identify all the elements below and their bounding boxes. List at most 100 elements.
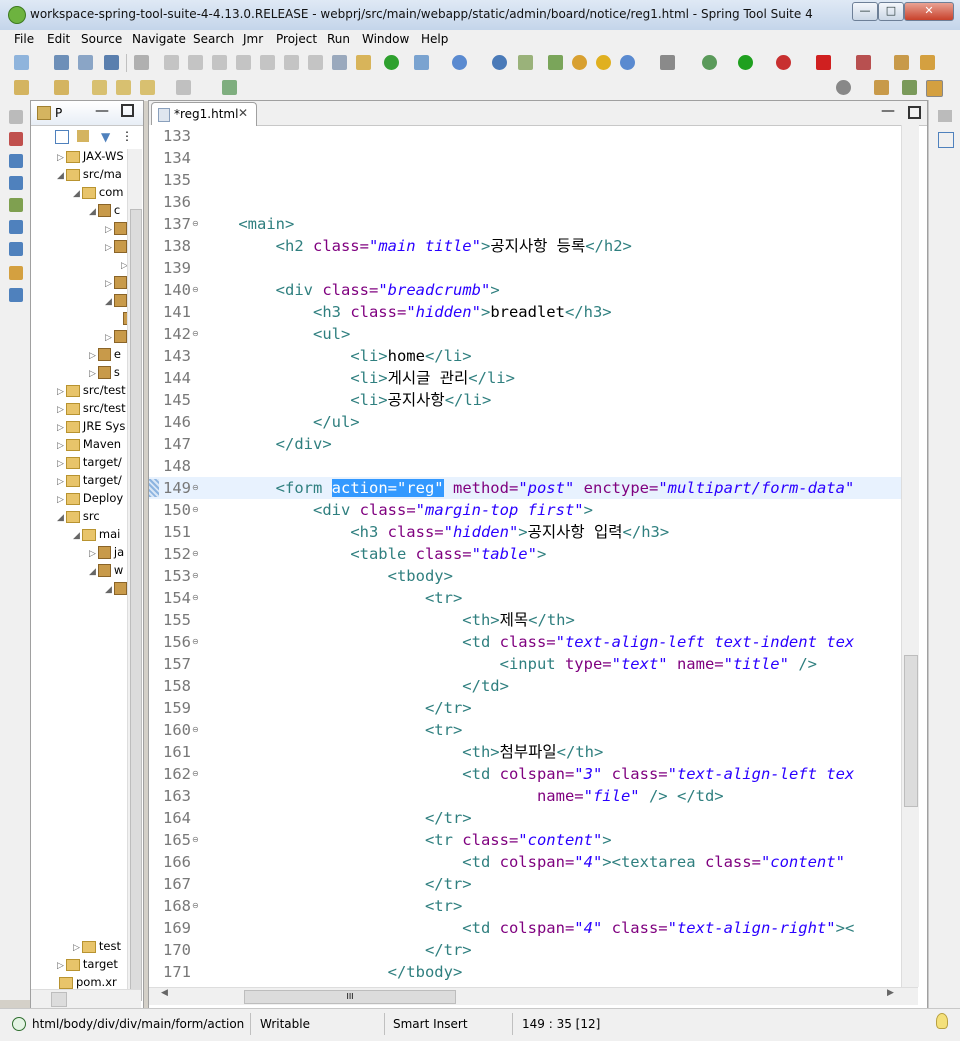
step-over-icon[interactable] bbox=[284, 55, 299, 70]
collapsed-arrow-icon[interactable]: ▷ bbox=[57, 405, 64, 415]
fold-toggle-icon[interactable]: ⊖ bbox=[192, 587, 199, 609]
outline-right-icon[interactable] bbox=[938, 132, 954, 148]
collapsed-arrow-icon[interactable]: ▷ bbox=[57, 423, 64, 433]
step-return-icon[interactable] bbox=[308, 55, 323, 70]
tree-item[interactable]: ◢ src bbox=[31, 509, 127, 527]
explorer-vscroll-thumb[interactable] bbox=[130, 209, 142, 1001]
minimize-editor-button[interactable]: — bbox=[881, 103, 895, 119]
collapsed-arrow-icon[interactable]: ▷ bbox=[105, 333, 112, 343]
fold-toggle-icon[interactable]: ⊖ bbox=[192, 279, 199, 301]
scroll-right-arrow[interactable]: ▶ bbox=[887, 988, 894, 998]
menu-help[interactable]: Help bbox=[421, 32, 448, 46]
console-icon[interactable] bbox=[104, 55, 119, 70]
help-icon[interactable] bbox=[596, 55, 611, 70]
step-into-icon[interactable] bbox=[260, 55, 275, 70]
collapsed-arrow-icon[interactable]: ▷ bbox=[73, 943, 80, 953]
terminate-icon[interactable] bbox=[212, 55, 227, 70]
stop-icon[interactable] bbox=[816, 55, 831, 70]
filter-icon[interactable]: ▼ bbox=[101, 130, 110, 144]
collapsed-arrow-icon[interactable]: ▷ bbox=[57, 961, 64, 971]
tree-item[interactable]: ▷ JRE Sys bbox=[31, 419, 127, 437]
fold-toggle-icon[interactable]: ⊖ bbox=[192, 213, 199, 235]
search-web-icon[interactable] bbox=[572, 55, 587, 70]
forward-icon[interactable] bbox=[140, 80, 155, 95]
collapsed-arrow-icon[interactable]: ▷ bbox=[105, 279, 112, 289]
tab-reg1-html[interactable]: *reg1.html ✕ bbox=[151, 102, 257, 126]
collapsed-arrow-icon[interactable]: ▷ bbox=[57, 477, 64, 487]
tree-item[interactable]: ◢ bbox=[31, 293, 127, 311]
minimize-view-button[interactable]: — bbox=[95, 103, 109, 119]
spring-menu-icon[interactable] bbox=[452, 55, 467, 70]
expanded-arrow-icon[interactable]: ◢ bbox=[105, 585, 112, 595]
collapse-all-icon[interactable] bbox=[55, 130, 69, 144]
collapsed-arrow-icon[interactable]: ▷ bbox=[57, 459, 64, 469]
tree-item[interactable]: ▷ e bbox=[31, 347, 127, 365]
tree-item[interactable]: ▷ bbox=[31, 257, 127, 275]
collapsed-arrow-icon[interactable]: ▷ bbox=[89, 351, 96, 361]
tasks-view-icon[interactable] bbox=[9, 266, 23, 280]
fold-toggle-icon[interactable]: ⊖ bbox=[192, 895, 199, 917]
suspend-icon[interactable] bbox=[188, 55, 203, 70]
code-text-area[interactable]: <main> <h2 class="main title">공지사항 등록</h… bbox=[201, 125, 905, 987]
run-last-icon[interactable] bbox=[776, 55, 791, 70]
pin-editor-icon[interactable] bbox=[222, 80, 237, 95]
explorer-tab-label[interactable]: P bbox=[55, 106, 62, 120]
collapsed-arrow-icon[interactable]: ▷ bbox=[57, 441, 64, 451]
new-spring-project-icon[interactable] bbox=[414, 55, 429, 70]
use-step-filters-icon[interactable] bbox=[356, 55, 371, 70]
tools-icon[interactable] bbox=[920, 55, 935, 70]
restore-icon[interactable] bbox=[9, 110, 23, 124]
boot-dashboard-icon[interactable] bbox=[9, 176, 23, 190]
type-hierarchy-icon[interactable] bbox=[9, 132, 23, 146]
editor-vscroll-thumb[interactable] bbox=[904, 655, 918, 807]
tree-item[interactable]: ◢ src/ma bbox=[31, 167, 127, 185]
perspective-icon[interactable] bbox=[874, 80, 889, 95]
tree-item[interactable]: ◢ com bbox=[31, 185, 127, 203]
menu-edit[interactable]: Edit bbox=[47, 32, 70, 46]
spring-boot-icon[interactable] bbox=[384, 55, 399, 70]
menu-source[interactable]: Source bbox=[81, 32, 122, 46]
maximize-view-button[interactable] bbox=[121, 104, 134, 117]
menu-navigate[interactable]: Navigate bbox=[132, 32, 186, 46]
fold-toggle-icon[interactable]: ⊖ bbox=[192, 323, 199, 345]
forward-disabled-icon[interactable] bbox=[176, 80, 191, 95]
menu-jmr[interactable]: Jmr bbox=[243, 32, 263, 46]
last-edit-icon[interactable] bbox=[92, 80, 107, 95]
tree-item[interactable]: ▷ bbox=[31, 329, 127, 347]
fold-toggle-icon[interactable]: ⊖ bbox=[192, 763, 199, 785]
search-icon[interactable] bbox=[836, 80, 851, 95]
skip-breakpoints-icon[interactable] bbox=[134, 55, 149, 70]
drop-to-frame-icon[interactable] bbox=[332, 55, 347, 70]
progress-view-icon[interactable] bbox=[9, 288, 23, 302]
expanded-arrow-icon[interactable]: ◢ bbox=[57, 513, 64, 523]
close-button[interactable]: ✕ bbox=[904, 2, 954, 21]
tree-item[interactable]: ▷ target bbox=[31, 957, 127, 975]
tip-lightbulb-icon[interactable] bbox=[936, 1013, 948, 1029]
tree-item[interactable]: ◢ w bbox=[31, 563, 127, 581]
menu-project[interactable]: Project bbox=[276, 32, 317, 46]
fold-toggle-icon[interactable]: ⊖ bbox=[192, 543, 199, 565]
tree-item[interactable] bbox=[31, 311, 127, 329]
collapsed-arrow-icon[interactable]: ▷ bbox=[57, 495, 64, 505]
editor-hscroll-thumb[interactable]: III bbox=[244, 990, 456, 1004]
maximize-editor-button[interactable] bbox=[908, 106, 921, 119]
tree-item[interactable]: ▷ bbox=[31, 221, 127, 239]
link-editor-icon[interactable] bbox=[77, 130, 89, 142]
collapsed-arrow-icon[interactable]: ▷ bbox=[89, 549, 96, 559]
tree-item[interactable]: ▷ bbox=[31, 239, 127, 257]
globe-icon[interactable] bbox=[492, 55, 507, 70]
expanded-arrow-icon[interactable]: ◢ bbox=[57, 171, 64, 181]
collapsed-arrow-icon[interactable]: ▷ bbox=[57, 387, 64, 397]
previous-annotation-icon[interactable] bbox=[54, 80, 69, 95]
expanded-arrow-icon[interactable]: ◢ bbox=[89, 207, 96, 217]
tree-item[interactable]: ▷ bbox=[31, 275, 127, 293]
open-type-icon[interactable] bbox=[518, 55, 533, 70]
tree-item[interactable]: ▷ target/ bbox=[31, 455, 127, 473]
debug-icon[interactable] bbox=[702, 55, 717, 70]
resume-icon[interactable] bbox=[164, 55, 179, 70]
menu-file[interactable]: File bbox=[14, 32, 34, 46]
menu-window[interactable]: Window bbox=[362, 32, 409, 46]
collapsed-arrow-icon[interactable]: ▷ bbox=[105, 243, 112, 253]
tree-item[interactable]: ◢ c bbox=[31, 203, 127, 221]
next-annotation-icon[interactable] bbox=[14, 80, 29, 95]
